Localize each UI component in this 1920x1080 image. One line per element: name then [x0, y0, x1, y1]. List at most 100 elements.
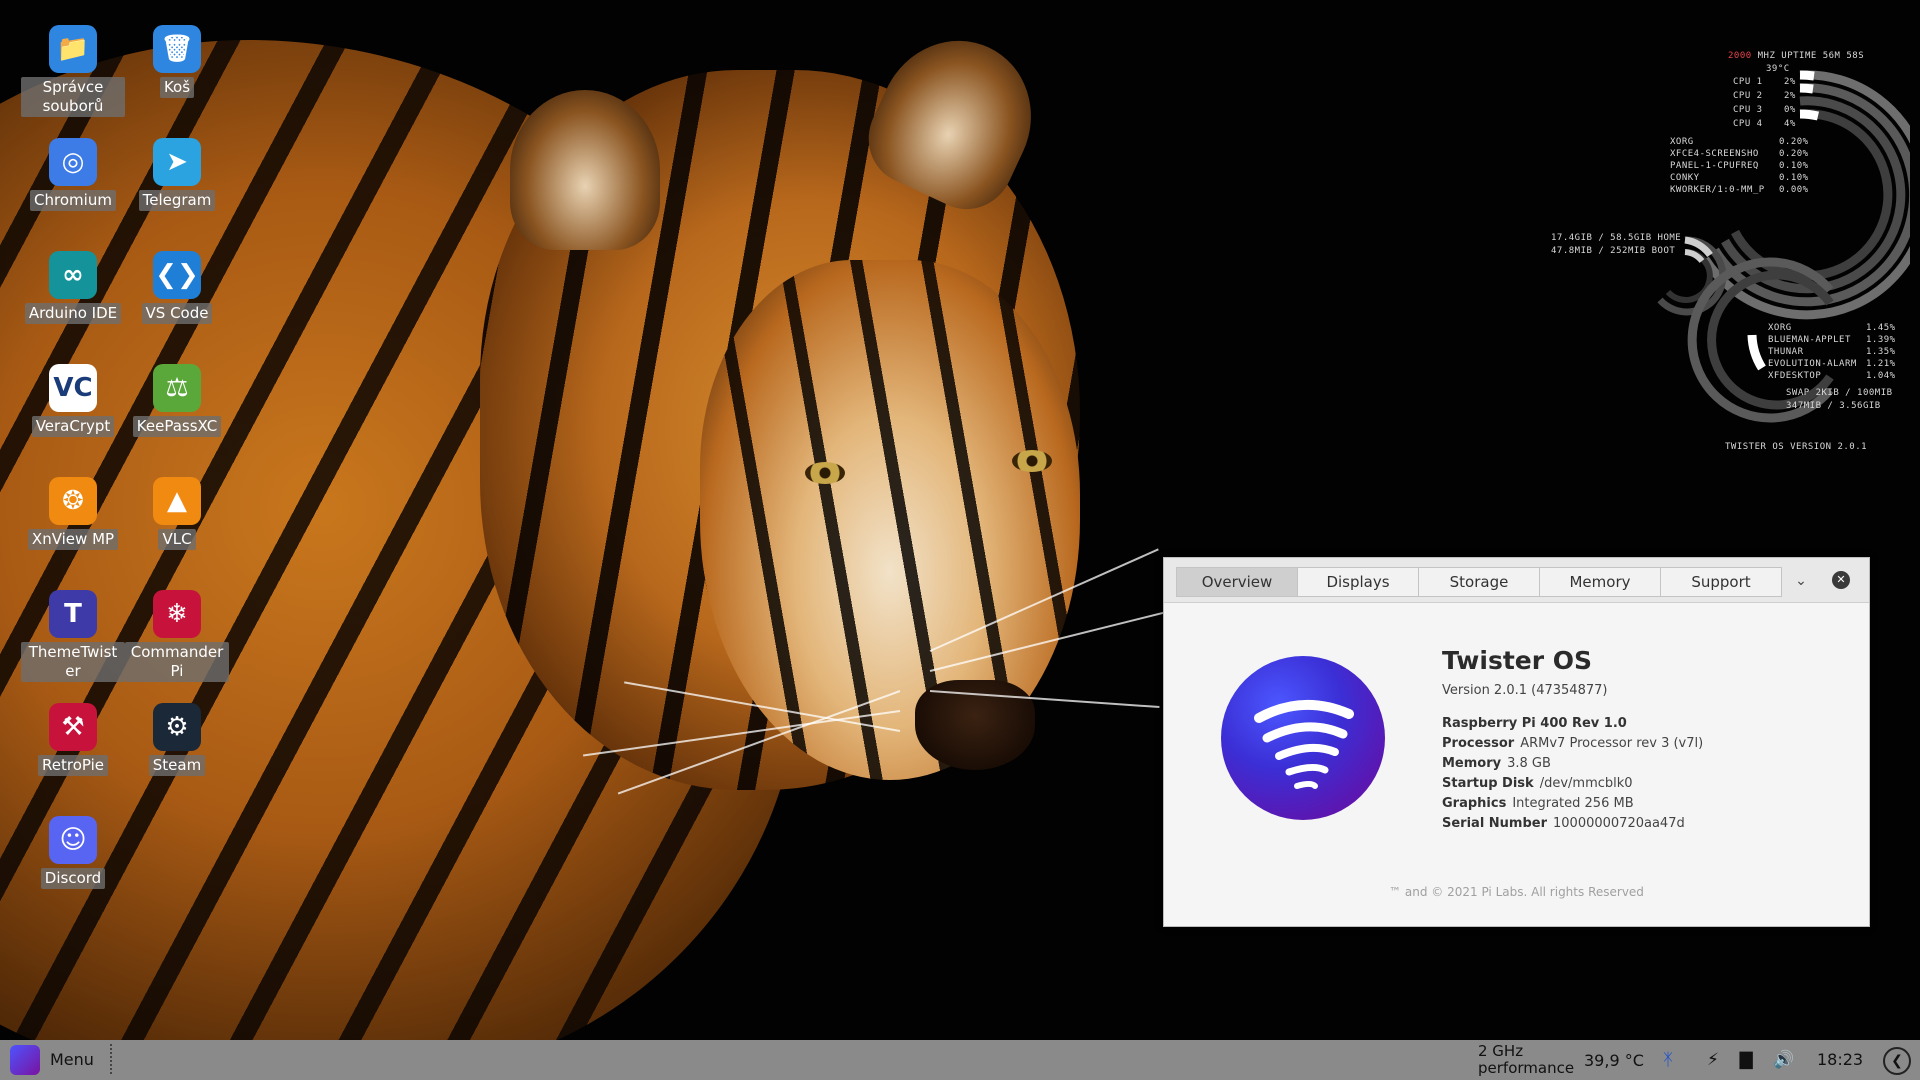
- os-title: Twister OS: [1442, 646, 1593, 675]
- spec-label: Memory: [1442, 756, 1502, 771]
- conky-uptime: MHZ UPTIME 56M 58S: [1757, 51, 1865, 61]
- folder-icon: 📁: [49, 25, 97, 73]
- conky-mhz: 2000: [1728, 51, 1752, 61]
- spec-row: Memory 3.8 GB: [1442, 756, 1551, 771]
- conky-ram: 347MIB / 3.56GIB: [1786, 401, 1881, 411]
- tab-support[interactable]: Support: [1660, 567, 1782, 597]
- conky-cpu-process-value: 0.20%: [1779, 149, 1809, 159]
- desktop-icon-themetwister[interactable]: T ThemeTwister: [21, 590, 125, 682]
- bluetooth-icon[interactable]: ᛡ: [1657, 1050, 1679, 1070]
- desktop-icon-vs-code[interactable]: ❮❯ VS Code: [125, 251, 229, 324]
- conky-memory-process-name: BLUEMAN-APPLET: [1768, 335, 1851, 345]
- conky-disk-usage: 47.8MIB / 252MIB BOOT: [1551, 246, 1676, 256]
- conky-cpu-process-value: 0.00%: [1779, 185, 1809, 195]
- conky-cpu-label: CPU 3: [1733, 105, 1763, 115]
- conky-memory-process-value: 1.35%: [1866, 347, 1896, 357]
- tab-memory[interactable]: Memory: [1539, 567, 1661, 597]
- desktop-icon-label: Discord: [40, 868, 106, 889]
- conky-cpu-label: CPU 2: [1733, 91, 1763, 101]
- os-version: Version 2.0.1 (47354877): [1442, 683, 1608, 698]
- conky-memory-process-name: XORG: [1768, 323, 1792, 333]
- taskbar-separator: [110, 1044, 112, 1076]
- desktop-icon-ko-[interactable]: 🗑 Koš: [125, 25, 229, 98]
- steam-icon: ⚙: [153, 703, 201, 751]
- desktop-icon-spr-vce-soubor-[interactable]: 📁 Správce souborů: [21, 25, 125, 117]
- conky-cpu-process-name: KWORKER/1:0-MM_P: [1670, 185, 1765, 195]
- desktop-icon-discord[interactable]: ☺ Discord: [21, 816, 125, 889]
- conky-cpu-process-name: XORG: [1670, 137, 1694, 147]
- retropie-icon: ⚒: [49, 703, 97, 751]
- desktop-icon-label: Steam: [148, 755, 206, 776]
- cpu-frequency-widget[interactable]: 2 GHz performance: [1478, 1043, 1574, 1077]
- desktop-icon-vlc[interactable]: ▲ VLC: [125, 477, 229, 550]
- copyright-footer: ™ and © 2021 Pi Labs. All rights Reserve…: [1389, 885, 1644, 899]
- veracrypt-icon: VC: [49, 364, 97, 412]
- conky-memory-process-value: 1.45%: [1866, 323, 1896, 333]
- chevron-down-icon[interactable]: ⌄: [1790, 570, 1812, 592]
- desktop-icon-chromium[interactable]: ◎ Chromium: [21, 138, 125, 211]
- desktop-icon-keepassxc[interactable]: ⚖ KeePassXC: [125, 364, 229, 437]
- volume-icon[interactable]: 🔊: [1773, 1050, 1795, 1070]
- spec-row: Processor ARMv7 Processor rev 3 (v7l): [1442, 736, 1703, 751]
- tornado-icon: [1254, 700, 1354, 789]
- tab-storage[interactable]: Storage: [1418, 567, 1540, 597]
- desktop-icon-label: KeePassXC: [132, 416, 222, 437]
- cpu-governor: performance: [1478, 1059, 1575, 1077]
- about-window: Overview Displays Storage Memory Support ⌄ ✕…: [1163, 557, 1870, 927]
- conky-cpu-value: 2%: [1784, 77, 1796, 87]
- twister-menu-icon[interactable]: [10, 1045, 40, 1075]
- xnview-icon: ❂: [49, 477, 97, 525]
- vscode-icon: ❮❯: [153, 251, 201, 299]
- conky-os-version: TWISTER OS VERSION 2.0.1: [1725, 442, 1868, 452]
- clock[interactable]: 18:23: [1817, 1050, 1863, 1069]
- desktop-icon-retropie[interactable]: ⚒ RetroPie: [21, 703, 125, 776]
- conky-swap: SWAP 2KIB / 100MIB: [1786, 388, 1893, 398]
- conky-memory-process-name: XFDESKTOP: [1768, 371, 1822, 381]
- conky-cpu-process-value: 0.20%: [1779, 137, 1809, 147]
- conky-cpu-process-value: 0.10%: [1779, 161, 1809, 171]
- conky-cpu-value: 2%: [1784, 91, 1796, 101]
- device-model: Raspberry Pi 400 Rev 1.0: [1442, 716, 1627, 731]
- cpu1-ring-fill: [1799, 70, 1815, 81]
- desktop-icon-label: Koš: [159, 77, 195, 98]
- about-tab-bar: Overview Displays Storage Memory Support ⌄ ✕: [1164, 558, 1869, 603]
- menu-button[interactable]: Menu: [50, 1050, 94, 1069]
- cpu-frequency: 2 GHz: [1478, 1042, 1524, 1060]
- conky-cpu-value: 0%: [1784, 105, 1796, 115]
- desktop-icon-label: VLC: [158, 529, 196, 550]
- desktop-icon-label: Telegram: [138, 190, 216, 211]
- conky-cpu-process-name: XFCE4-SCREENSHO: [1670, 149, 1759, 159]
- desktop-icon-commanderpi[interactable]: ❄ CommanderPi: [125, 590, 229, 682]
- spec-value: /dev/mmcblk0: [1539, 776, 1633, 791]
- network-icon[interactable]: ▇: [1735, 1050, 1757, 1070]
- conky-cpu-process-value: 0.10%: [1779, 173, 1809, 183]
- keepassxc-icon: ⚖: [153, 364, 201, 412]
- desktop-icon-steam[interactable]: ⚙ Steam: [125, 703, 229, 776]
- tab-displays[interactable]: Displays: [1297, 567, 1419, 597]
- discord-icon: ☺: [49, 816, 97, 864]
- conky-system-monitor: 2000 MHZ UPTIME 56M 58S 39°C CPU 1 2% CPU …: [1530, 45, 1910, 465]
- desktop-icon-label: Správce souborů: [21, 77, 125, 117]
- desktop-icon-veracrypt[interactable]: VC VeraCrypt: [21, 364, 125, 437]
- desktop-icon-arduino-ide[interactable]: ∞ Arduino IDE: [21, 251, 125, 324]
- desktop-icon-telegram[interactable]: ➤ Telegram: [125, 138, 229, 211]
- desktop-icon-label: CommanderPi: [125, 642, 229, 682]
- taskbar: Menu 2 GHz performance 39,9 °C ᛡ ⚡ ▇ 🔊 1…: [0, 1040, 1920, 1080]
- conky-memory-process-name: EVOLUTION-ALARM: [1768, 359, 1857, 369]
- spec-value: ARMv7 Processor rev 3 (v7l): [1520, 736, 1704, 751]
- tiger-eye-right: [1012, 450, 1052, 472]
- conky-cpu-label: CPU 4: [1733, 119, 1763, 129]
- spec-label: Processor: [1442, 736, 1515, 751]
- close-icon[interactable]: ✕: [1832, 571, 1850, 589]
- desktop-icon-label: VS Code: [141, 303, 213, 324]
- spec-label: Graphics: [1442, 796, 1507, 811]
- tab-overview[interactable]: Overview: [1176, 567, 1298, 597]
- desktop-icon-label: XnView MP: [27, 529, 119, 550]
- conky-memory-process-value: 1.21%: [1866, 359, 1896, 369]
- spec-value: Integrated 256 MB: [1512, 796, 1634, 811]
- spec-label: Startup Disk: [1442, 776, 1534, 791]
- desktop-icon-label: ThemeTwister: [21, 642, 125, 682]
- show-desktop-icon[interactable]: ❮: [1883, 1047, 1911, 1075]
- battery-icon[interactable]: ⚡: [1702, 1050, 1724, 1070]
- desktop-icon-xnview-mp[interactable]: ❂ XnView MP: [21, 477, 125, 550]
